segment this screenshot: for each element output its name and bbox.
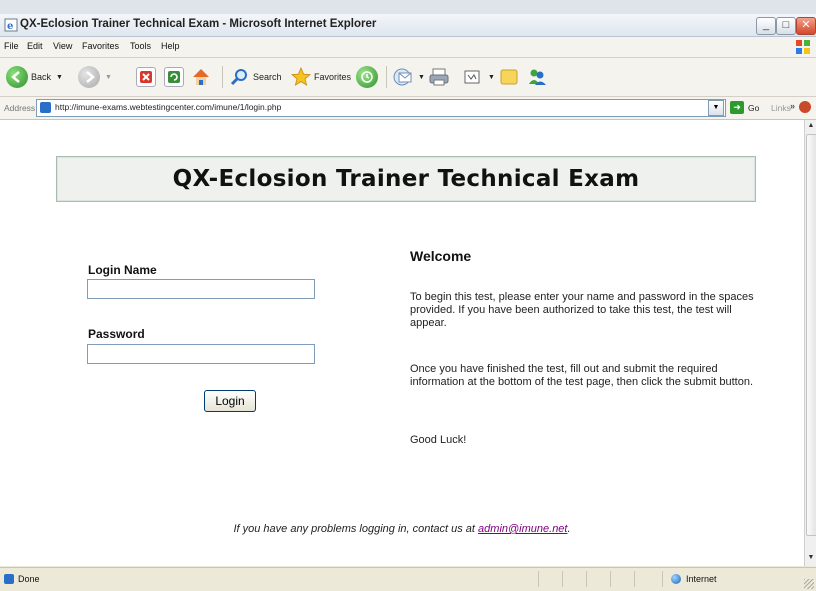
window-title: QX-Eclosion Trainer Technical Exam - Mic…	[20, 18, 377, 30]
back-label: Back	[31, 72, 52, 82]
go-button[interactable]: Go	[748, 103, 759, 113]
mail-icon	[393, 68, 412, 86]
welcome-heading: Welcome	[410, 248, 472, 264]
messenger-button[interactable]	[526, 65, 548, 89]
footer-text: If you have any problems logging in, con…	[233, 523, 479, 535]
password-label: Password	[88, 327, 145, 341]
menu-edit[interactable]: Edit	[27, 41, 43, 51]
ie-page-icon: e	[4, 18, 18, 32]
home-icon	[193, 69, 209, 85]
address-label: Address	[4, 103, 36, 113]
print-icon	[429, 68, 449, 86]
back-arrow-icon	[6, 66, 28, 88]
menu-favorites[interactable]: Favorites	[82, 41, 119, 51]
instructions-paragraph: To begin this test, please enter your na…	[410, 291, 754, 329]
contact-footer: If you have any problems logging in, con…	[0, 523, 804, 535]
login-name-input[interactable]	[87, 279, 315, 299]
favorites-star-icon	[290, 66, 312, 86]
mail-dropdown-icon[interactable]: ▼	[418, 74, 425, 81]
internet-globe-icon	[671, 574, 681, 584]
page-status-icon	[4, 574, 14, 584]
folder-icon	[500, 69, 518, 85]
menu-tools[interactable]: Tools	[130, 41, 151, 51]
status-divider	[634, 571, 635, 587]
address-input[interactable]: http://imune-exams.webtestingcenter.com/…	[36, 99, 726, 117]
history-icon	[356, 66, 378, 88]
password-input[interactable]	[87, 344, 315, 364]
stop-button[interactable]	[136, 65, 156, 89]
standard-toolbar: Back ▼ ▼ Search Favorites ▼ ▼	[0, 58, 816, 97]
status-text: Done	[18, 574, 40, 584]
forward-button[interactable]: ▼	[78, 65, 112, 89]
status-divider	[562, 571, 563, 587]
status-divider	[662, 571, 663, 587]
forward-arrow-icon	[78, 66, 100, 88]
address-dropdown-icon[interactable]: ▼	[708, 100, 724, 116]
minimize-button[interactable]: _	[756, 17, 776, 35]
favorites-button[interactable]: Favorites	[290, 65, 351, 89]
address-url: http://imune-exams.webtestingcenter.com/…	[55, 102, 282, 112]
scroll-thumb[interactable]	[806, 134, 816, 536]
search-button[interactable]: Search	[230, 65, 282, 89]
favorites-label: Favorites	[314, 72, 352, 82]
login-button[interactable]: Login	[204, 390, 256, 412]
resize-grip[interactable]	[804, 579, 814, 589]
security-zone-text: Internet	[686, 574, 717, 584]
messenger-icon	[529, 69, 546, 85]
forward-dropdown-icon[interactable]: ▼	[105, 74, 112, 81]
menu-view[interactable]: View	[53, 41, 72, 51]
good-luck-text: Good Luck!	[410, 434, 467, 446]
taskbar-strip	[0, 0, 816, 14]
menu-help[interactable]: Help	[161, 41, 180, 51]
windows-logo-icon	[796, 40, 810, 54]
edit-button[interactable]: ▼	[462, 65, 495, 89]
menu-bar: File Edit View Favorites Tools Help	[0, 37, 816, 58]
toolbar-separator	[386, 66, 387, 88]
vertical-scrollbar[interactable]: ▲ ▼	[804, 120, 816, 566]
links-button[interactable]: Links	[771, 103, 791, 113]
scroll-up-icon[interactable]: ▲	[805, 120, 816, 132]
links-chevron-icon[interactable]: »	[790, 101, 795, 111]
stop-icon	[136, 67, 156, 87]
submission-paragraph: Once you have finished the test, fill ou…	[410, 363, 754, 388]
status-bar: Done Internet	[0, 567, 816, 591]
page-icon	[40, 102, 51, 113]
edit-page-icon	[464, 70, 480, 84]
scroll-down-icon[interactable]: ▼	[805, 552, 816, 564]
refresh-icon	[164, 67, 184, 87]
status-divider	[610, 571, 611, 587]
discuss-button[interactable]	[498, 65, 520, 89]
history-button[interactable]	[356, 65, 378, 89]
print-button[interactable]	[428, 65, 450, 89]
menu-file[interactable]: File	[4, 41, 19, 51]
status-divider	[586, 571, 587, 587]
search-icon	[230, 69, 247, 86]
home-button[interactable]	[190, 65, 212, 89]
status-divider	[538, 571, 539, 587]
title-bar[interactable]: e QX-Eclosion Trainer Technical Exam - M…	[0, 14, 816, 37]
edit-dropdown-icon[interactable]: ▼	[488, 74, 495, 81]
back-button[interactable]: Back ▼	[6, 65, 63, 89]
mail-button[interactable]: ▼	[392, 65, 425, 89]
toolbar-separator	[222, 66, 223, 88]
refresh-button[interactable]	[164, 65, 184, 89]
login-name-label: Login Name	[88, 263, 157, 277]
page-content: QX-Eclosion Trainer Technical Exam Login…	[0, 120, 804, 566]
go-arrow-icon[interactable]: ➜	[730, 101, 744, 114]
footer-period: .	[567, 523, 571, 535]
page-title: QX-Eclosion Trainer Technical Exam	[172, 166, 640, 192]
close-button[interactable]: ✕	[796, 17, 816, 35]
exam-header: QX-Eclosion Trainer Technical Exam	[56, 156, 756, 202]
maximize-button[interactable]: □	[776, 17, 796, 35]
search-label: Search	[253, 72, 282, 82]
links-extra-icon[interactable]	[799, 101, 811, 113]
svg-text:e: e	[7, 21, 13, 32]
back-dropdown-icon[interactable]: ▼	[56, 74, 63, 81]
admin-email-link[interactable]: admin@imune.net	[478, 523, 567, 535]
address-bar: Address http://imune-exams.webtestingcen…	[0, 97, 816, 120]
